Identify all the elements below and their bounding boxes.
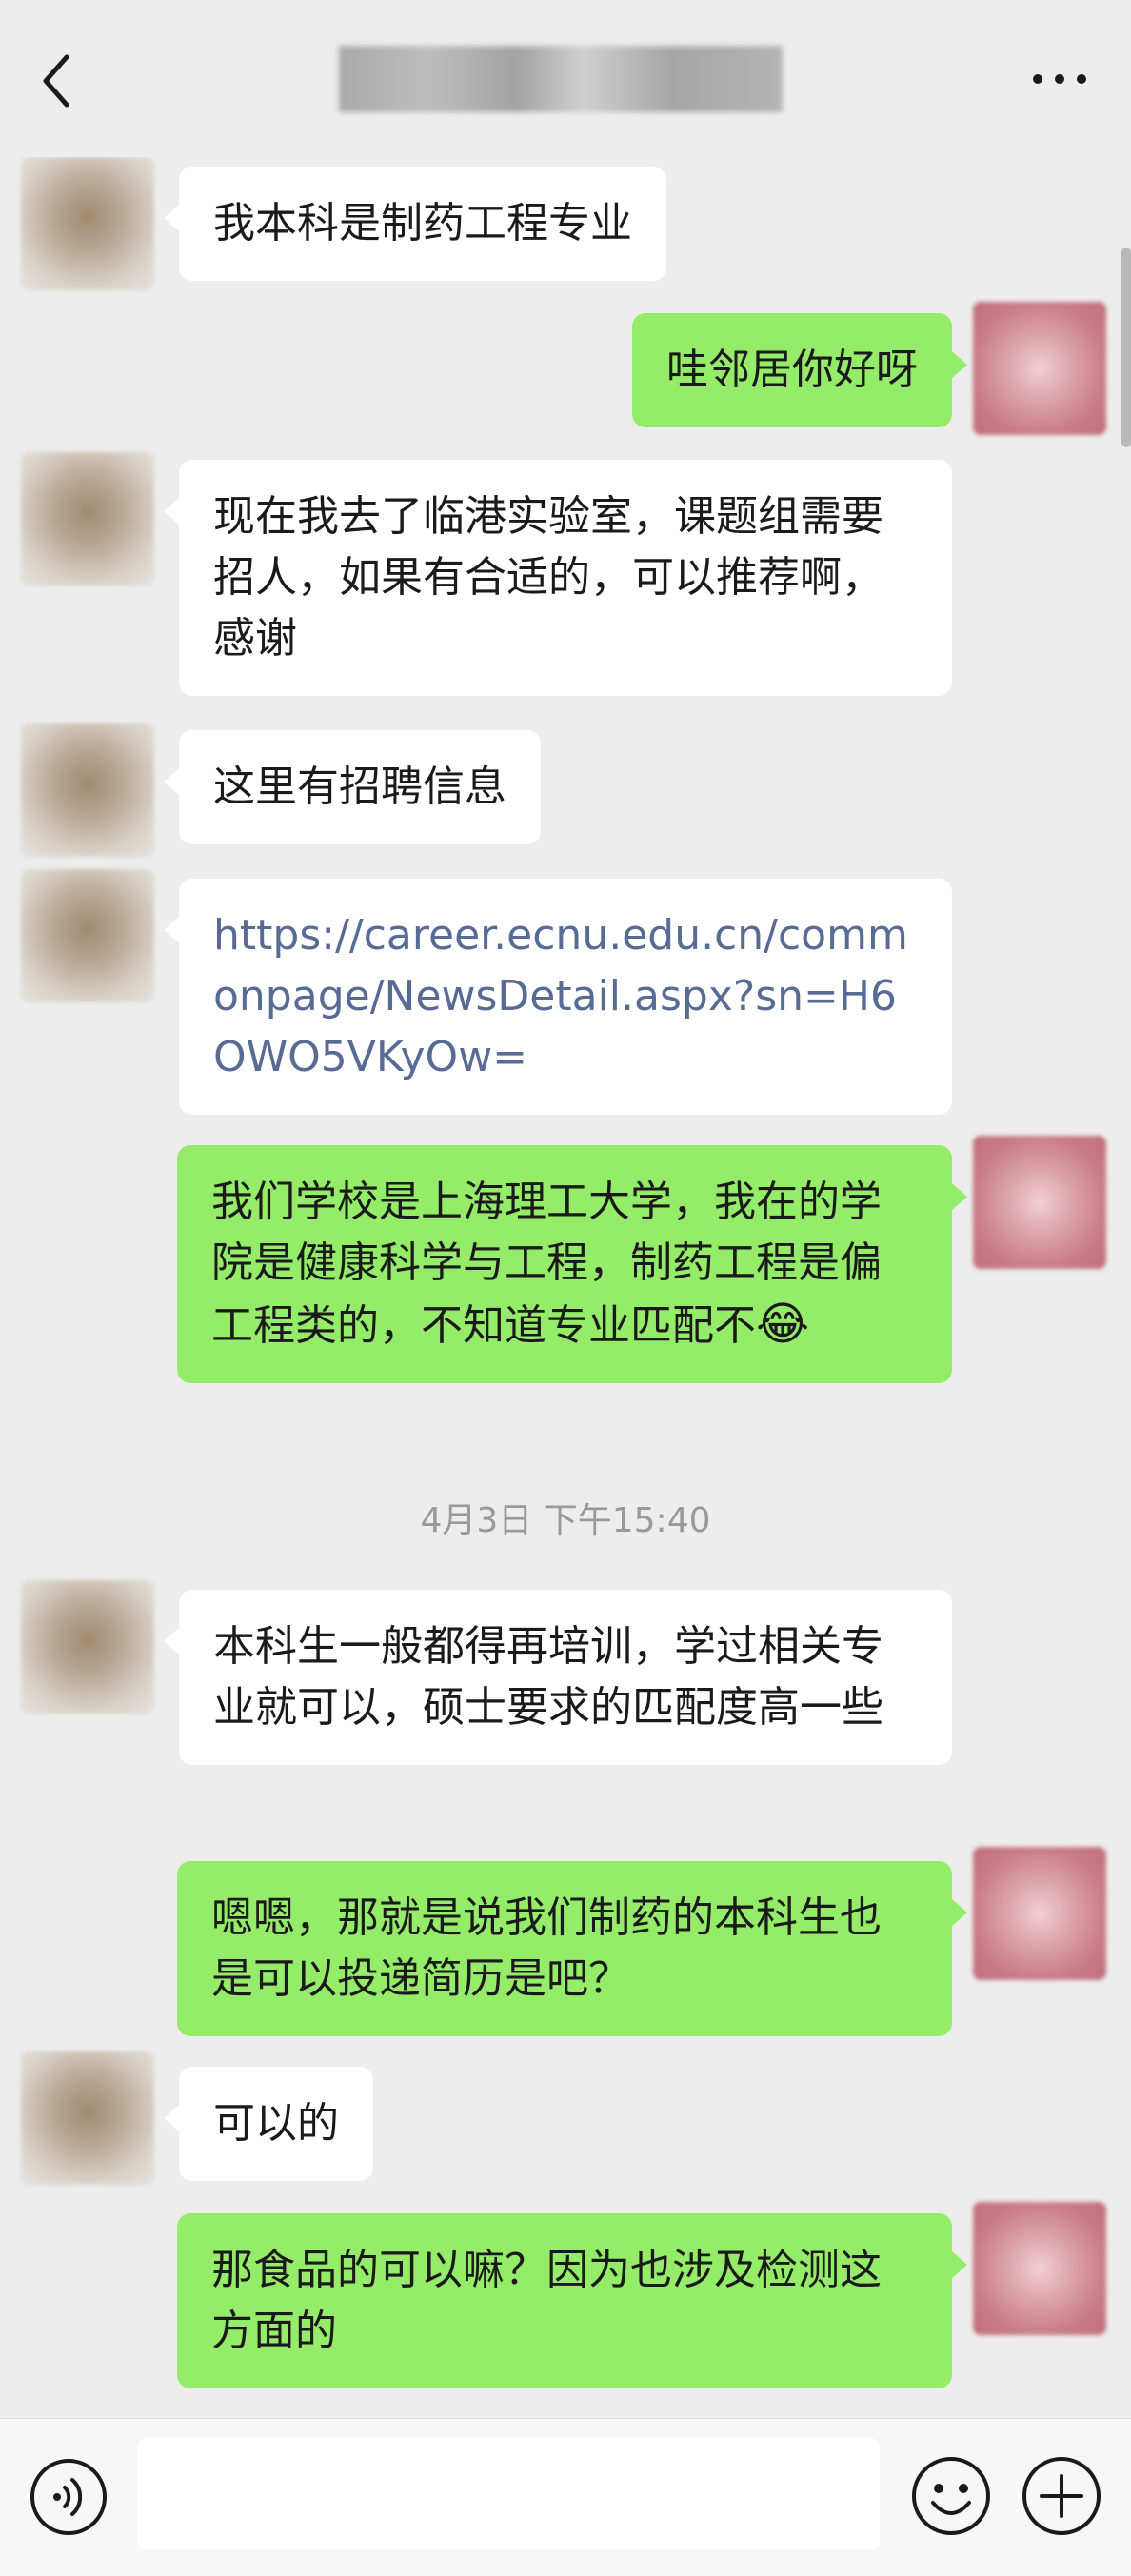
message-list[interactable]: 我本科是制药工程专业 哇邻居你好呀 现在我去了临港实验室，课题组需要招人，如果有… [0,157,1131,2418]
more-dots-icon [1033,74,1086,84]
message-bubble-outgoing[interactable]: 嗯嗯，那就是说我们制药的本科生也是可以投递简历是吧？ [177,1861,967,2036]
message-text: 现在我去了临港实验室，课题组需要招人，如果有合适的，可以推荐啊，感谢 [213,492,883,663]
message-bubble-outgoing[interactable]: 那食品的可以嘛？因为也涉及检测这方面的 [177,2213,967,2388]
scrollbar[interactable] [1121,248,1131,447]
message-bubble-incoming[interactable]: 可以的 [164,2067,373,2181]
message-bubble-outgoing[interactable]: 哇邻居你好呀 [632,313,967,427]
message-timestamp: 4月3日 下午15:40 [420,1501,711,1540]
message-text: 哇邻居你好呀 [666,346,918,394]
more-functions-button[interactable] [1021,2455,1102,2537]
more-button[interactable] [1026,65,1093,93]
contact-avatar[interactable] [21,452,154,585]
message-input[interactable] [137,2438,880,2550]
emoji-icon [912,2457,990,2535]
contact-avatar[interactable] [21,723,154,857]
message-bubble-outgoing[interactable]: 我们学校是上海理工大学，我在的学院是健康科学与工程，制药工程是偏工程类的，不知道… [177,1145,967,1383]
message-text: 本科生一般都得再培训，学过相关专业就可以，硕士要求的匹配度高一些 [213,1622,883,1732]
chat-header [0,0,1131,157]
back-button[interactable] [29,48,86,114]
message-bubble-incoming[interactable]: 现在我去了临港实验室，课题组需要招人，如果有合适的，可以推荐啊，感谢 [164,460,952,696]
message-bubble-incoming[interactable]: 这里有招聘信息 [164,730,541,844]
contact-avatar[interactable] [21,869,154,1002]
emoji-button[interactable] [910,2455,992,2537]
voice-icon [30,2459,107,2535]
message-text: 我本科是制药工程专业 [213,199,632,248]
contact-avatar[interactable] [21,2051,154,2185]
message-text: 这里有招聘信息 [213,763,506,811]
message-text: 可以的 [213,2099,339,2148]
message-bubble-link[interactable]: https://career.ecnu.edu.cn/commonpage/Ne… [164,879,952,1115]
message-bubble-incoming[interactable]: 我本科是制药工程专业 [164,167,666,281]
my-avatar[interactable] [973,1136,1106,1269]
voice-button[interactable] [29,2457,109,2537]
laughing-tears-emoji-icon: 😂 [756,1298,810,1351]
message-text: 嗯嗯，那就是说我们制药的本科生也是可以投递简历是吧？ [211,1893,882,2003]
chevron-left-icon [43,54,69,108]
input-bar [0,2418,1131,2576]
my-avatar[interactable] [973,1847,1106,1980]
message-link[interactable]: https://career.ecnu.edu.cn/commonpage/Ne… [213,911,908,1081]
my-avatar[interactable] [973,302,1106,435]
contact-avatar[interactable] [21,157,154,290]
chat-title-blurred [339,46,783,112]
plus-icon [1022,2457,1101,2535]
message-bubble-incoming[interactable]: 本科生一般都得再培训，学过相关专业就可以，硕士要求的匹配度高一些 [164,1590,952,1765]
my-avatar[interactable] [973,2202,1106,2335]
contact-avatar[interactable] [21,1580,154,1714]
message-text: 那食品的可以嘛？因为也涉及检测这方面的 [211,2246,882,2355]
